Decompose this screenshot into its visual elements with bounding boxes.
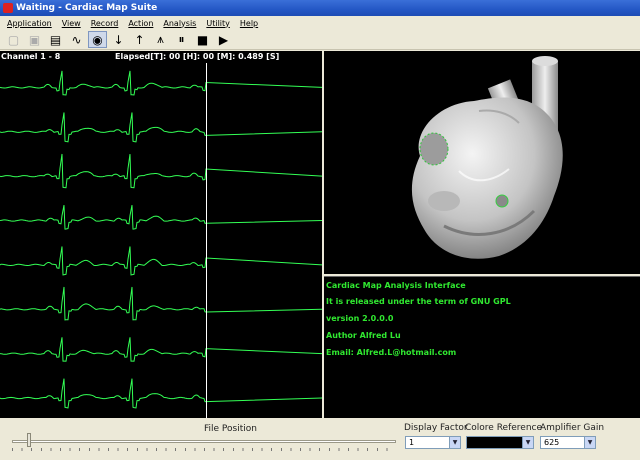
info-line-author: Author Alfred Lu (326, 331, 401, 340)
ecg-trace-channel-1 (0, 70, 322, 96)
info-line-version: version 2.0.0.0 (326, 314, 394, 323)
chevron-down-icon[interactable]: ▼ (522, 437, 533, 448)
title-bar: Waiting - Cardiac Map Suite (0, 0, 640, 16)
menu-utility[interactable]: Utility (201, 19, 235, 28)
amplifier-gain-select[interactable]: 625 ▼ (540, 436, 596, 449)
tripod-icon[interactable]: ⩚ (151, 31, 170, 48)
ecg-traces (0, 63, 322, 418)
ecg-trace-channel-2 (0, 112, 322, 143)
info-line-title: Cardiac Map Analysis Interface (326, 281, 466, 290)
waveform-icon[interactable]: ∿ (67, 31, 86, 48)
save-icon[interactable]: ▣ (25, 31, 44, 48)
file-position-thumb[interactable] (27, 433, 32, 447)
amplifier-gain-value: 625 (544, 438, 560, 447)
vessel-cap-right (532, 56, 558, 66)
toolbar: ▢ ▣ ▤ ∿ ◉ ↓ ↑ ⩚ ⏸ ■ ▶ (0, 30, 640, 50)
menu-action[interactable]: Action (123, 19, 158, 28)
ecg-trace-channel-8 (0, 378, 322, 409)
info-line-email: Email: Alfred.L@hotmail.com (326, 348, 457, 357)
channel-label: Channel 1 - 8 (1, 52, 61, 61)
surface-bulge (428, 191, 460, 211)
amplifier-gain-label: Amplifier Gain (540, 423, 605, 433)
stop-icon[interactable]: ■ (193, 31, 212, 48)
display-factor-label: Display Factor (404, 423, 468, 433)
ecg-trace-channel-3 (0, 153, 322, 189)
play-icon[interactable]: ▶ (214, 31, 233, 48)
menu-help[interactable]: Help (235, 19, 263, 28)
arrow-down-icon[interactable]: ↓ (109, 31, 128, 48)
eye-icon[interactable]: ◉ (88, 31, 107, 48)
color-reference-label: Colore Reference (465, 423, 543, 433)
slider-ticks (12, 448, 396, 451)
display-factor-select[interactable]: 1 ▼ (405, 436, 461, 449)
file-position-label: File Position (204, 424, 257, 434)
menu-bar: Application View Record Action Analysis … (0, 16, 640, 30)
ecg-trace-channel-7 (0, 337, 322, 362)
menu-record[interactable]: Record (86, 19, 124, 28)
heart-model (411, 56, 563, 259)
app-icon (3, 3, 13, 13)
green-marker (495, 194, 509, 208)
ecg-panel: Channel 1 - 8 Elapsed[T]: 00 [H]: 00 [M]… (0, 51, 322, 418)
green-activation-patch (419, 132, 449, 166)
pause-icon[interactable]: ⏸ (172, 31, 191, 48)
ecg-trace-channel-5 (0, 246, 322, 276)
document-icon[interactable]: ▤ (46, 31, 65, 48)
chevron-down-icon[interactable]: ▼ (449, 437, 460, 448)
menu-analysis[interactable]: Analysis (158, 19, 201, 28)
new-icon[interactable]: ▢ (4, 31, 23, 48)
arrow-up-icon[interactable]: ↑ (130, 31, 149, 48)
info-line-license: It is released under the term of GNU GPL (326, 297, 511, 306)
info-panel: Cardiac Map Analysis Interface It is rel… (324, 276, 640, 418)
ecg-trace-channel-6 (0, 286, 322, 321)
ecg-header: Channel 1 - 8 Elapsed[T]: 00 [H]: 00 [M]… (0, 52, 322, 63)
chevron-down-icon[interactable]: ▼ (584, 437, 595, 448)
menu-application[interactable]: Application (2, 19, 57, 28)
elapsed-time: Elapsed[T]: 00 [H]: 00 [M]: 0.489 [S] (115, 52, 280, 61)
window-title: Waiting - Cardiac Map Suite (16, 3, 158, 13)
color-reference-select[interactable]: ▼ (466, 436, 534, 449)
control-bar: File Position Display Factor 1 ▼ Colore … (0, 418, 640, 460)
menu-view[interactable]: View (57, 19, 86, 28)
display-factor-value: 1 (409, 438, 415, 447)
heart-3d-view[interactable] (324, 51, 640, 274)
ecg-trace-channel-4 (0, 205, 322, 230)
file-position-slider[interactable] (12, 440, 396, 443)
